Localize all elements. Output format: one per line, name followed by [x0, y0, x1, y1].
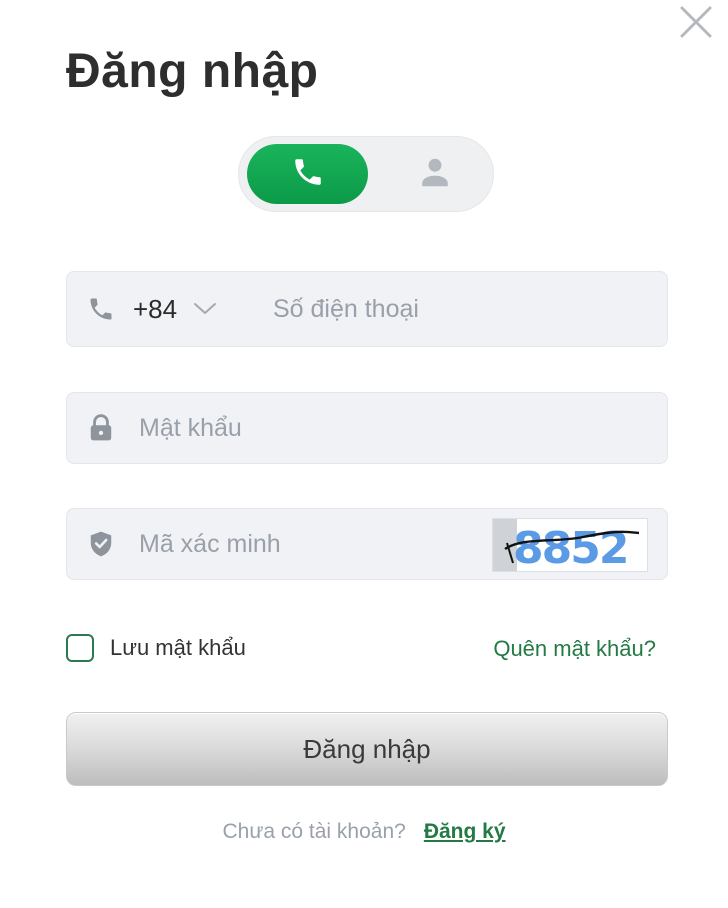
password-field [66, 392, 668, 464]
login-mode-phone-button[interactable] [247, 144, 368, 204]
phone-field: +84 [66, 271, 668, 347]
no-account-text: Chưa có tài khoản? [222, 820, 406, 843]
close-icon [679, 5, 713, 44]
captcha-image[interactable]: 8852 [492, 518, 648, 572]
country-code-value: +84 [133, 293, 178, 324]
page-title: Đăng nhập [66, 45, 319, 98]
lock-icon [87, 414, 115, 442]
password-input[interactable] [139, 393, 639, 463]
signup-link[interactable]: Đăng ký [424, 820, 506, 844]
verification-code-field: 8852 [66, 508, 668, 580]
login-dialog: Đăng nhập +84 Số điện thoại Mã xác minh … [0, 0, 728, 908]
login-mode-switch [238, 136, 494, 212]
phone-icon [291, 155, 325, 194]
phone-number-input[interactable] [273, 272, 653, 346]
user-icon [417, 154, 453, 195]
remember-password-option[interactable]: Lưu mật khẩu [66, 634, 246, 662]
shield-icon [87, 530, 115, 558]
verification-code-input[interactable] [139, 509, 479, 579]
chevron-down-icon [193, 302, 217, 316]
forgot-password-link[interactable]: Quên mật khẩu? [493, 636, 656, 662]
captcha-text: 8852 [513, 523, 627, 572]
phone-icon [87, 295, 115, 323]
remember-password-checkbox[interactable] [66, 634, 94, 662]
remember-password-label: Lưu mật khẩu [110, 635, 246, 660]
country-code-select[interactable]: +84 [133, 272, 217, 346]
close-button[interactable] [676, 4, 716, 44]
login-mode-account-button[interactable] [385, 144, 485, 204]
login-button[interactable]: Đăng nhập [66, 712, 668, 786]
signup-row: Chưa có tài khoản? Đăng ký [0, 820, 728, 844]
